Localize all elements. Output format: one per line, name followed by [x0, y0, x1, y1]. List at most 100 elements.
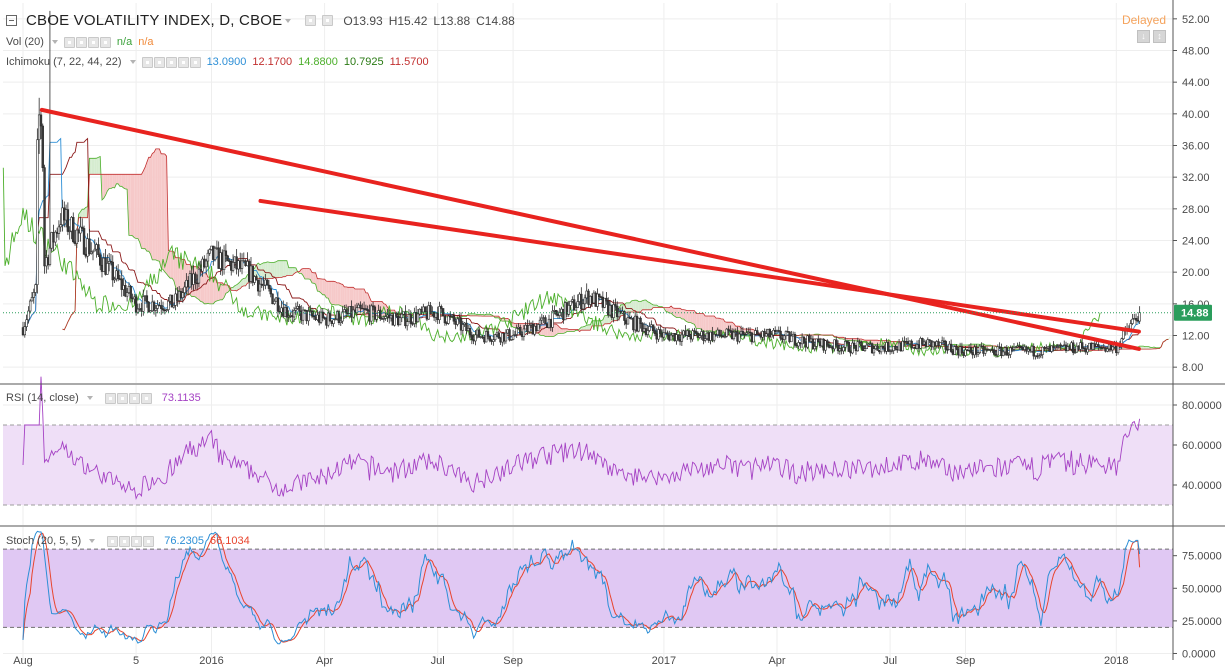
symbol-title[interactable]: CBOE VOLATILITY INDEX, D, CBOE	[26, 12, 282, 29]
candle-body	[752, 333, 755, 343]
ichimoku-cloud-segment	[541, 324, 544, 336]
vol-menu-chevron-icon[interactable]	[51, 40, 58, 44]
rsi-label[interactable]: RSI (14, close)	[6, 392, 79, 404]
ichimoku-cloud-segment	[1168, 336, 1171, 340]
ichimoku-cloud-segment	[338, 282, 341, 306]
close-icon[interactable]	[189, 56, 201, 68]
pane-settings-icon[interactable]: ↕	[1153, 30, 1166, 43]
candle-body	[400, 313, 403, 319]
ichimoku-cloud-segment	[161, 153, 164, 270]
add-icon[interactable]	[128, 392, 140, 404]
ichimoku-menu-chevron-icon[interactable]	[129, 60, 136, 64]
ichimoku-cloud-segment	[701, 313, 704, 331]
gear-icon[interactable]	[116, 392, 128, 404]
add-icon[interactable]	[131, 535, 143, 547]
candle-body	[106, 263, 109, 275]
ichimoku-label[interactable]: Ichimoku (7, 22, 44, 22)	[6, 56, 122, 68]
ichimoku-cloud-segment	[119, 174, 122, 187]
ichimoku-cloud-segment	[317, 278, 320, 292]
gear-icon[interactable]	[75, 36, 87, 48]
candle-body	[43, 167, 46, 267]
ichimoku-cloud-segment	[1141, 346, 1144, 350]
stoch-label[interactable]: Stoch (20, 5, 5)	[6, 535, 81, 547]
chart-canvas[interactable]: Aug52016AprJulSep2017AprJulSep2018552.00…	[0, 0, 1225, 668]
ichimoku-tenkan-line	[22, 137, 1141, 353]
ohlc-open: O13.93	[343, 13, 383, 28]
gear-icon[interactable]	[305, 15, 317, 26]
source-icon[interactable]	[165, 56, 177, 68]
ichimoku-tenkan-value: 13.0900	[206, 56, 247, 68]
add-icon[interactable]	[177, 56, 189, 68]
close-icon[interactable]	[140, 392, 152, 404]
ichimoku-cloud-segment	[626, 302, 628, 313]
x-tick-label: Sep	[503, 655, 523, 667]
eye-icon[interactable]	[107, 535, 119, 547]
candle-body	[269, 288, 272, 295]
ichimoku-cloud-segment	[272, 262, 275, 279]
candle	[443, 315, 447, 326]
eye-icon[interactable]	[104, 392, 116, 404]
candle-body	[461, 324, 465, 331]
candle	[222, 245, 226, 275]
ichimoku-cloud-segment	[159, 148, 162, 269]
candle-body	[224, 250, 228, 257]
candle-body	[41, 125, 44, 168]
ichimoku-kijun-value: 12.1700	[252, 56, 293, 68]
candle-body	[28, 300, 32, 312]
candle-body	[1032, 345, 1035, 357]
candle-body	[847, 341, 851, 352]
symbol-menu-chevron-icon[interactable]	[285, 18, 292, 23]
candle-body	[48, 247, 52, 265]
candle-body	[98, 254, 102, 266]
candle	[251, 265, 254, 287]
candle-body	[872, 348, 876, 354]
ichimoku-cloud-segment	[276, 260, 278, 278]
ichimoku-cloud-segment	[168, 250, 171, 279]
y-tick-label: 48.00	[1182, 46, 1210, 58]
collapse-pane-icon[interactable]	[6, 15, 17, 26]
y-tick-label: 75.0000	[1182, 551, 1222, 563]
vol-label[interactable]: Vol (20)	[6, 36, 44, 48]
stoch-menu-chevron-icon[interactable]	[89, 539, 96, 543]
candle-body	[204, 260, 208, 268]
candle-body	[359, 304, 362, 309]
candle-body	[894, 346, 897, 350]
close-icon[interactable]	[99, 36, 111, 48]
candle-body	[452, 314, 456, 322]
vol-legend: Vol (20) n/a n/a	[6, 36, 154, 48]
candle-body	[34, 284, 37, 293]
ichimoku-cloud-segment	[93, 158, 95, 175]
ichimoku-cloud-segment	[642, 300, 645, 310]
eye-icon[interactable]	[63, 36, 75, 48]
ichimoku-cloud-segment	[103, 174, 106, 199]
candle-body	[1001, 351, 1005, 356]
gear-icon[interactable]	[153, 56, 165, 68]
candle-body	[59, 224, 62, 228]
x-tick-label: 2017	[652, 655, 676, 667]
candle-body	[852, 342, 856, 346]
gear-icon[interactable]	[119, 535, 131, 547]
rsi-menu-chevron-icon[interactable]	[86, 396, 93, 400]
ichimoku-cloud-segment	[145, 162, 147, 252]
move-down-icon[interactable]: ↓	[1137, 30, 1150, 43]
candle-body	[409, 314, 412, 324]
ichimoku-cloud-segment	[150, 153, 153, 260]
candle-body	[355, 307, 359, 313]
candle-body	[817, 338, 820, 343]
ichimoku-cloud-segment	[148, 157, 151, 255]
candle-body	[1097, 344, 1100, 347]
eye-icon[interactable]	[322, 15, 334, 26]
add-icon[interactable]	[87, 36, 99, 48]
ichimoku-cloud-segment	[134, 174, 137, 239]
candle-body	[576, 301, 579, 308]
candle-body	[537, 324, 540, 332]
eye-icon[interactable]	[141, 56, 153, 68]
candle	[160, 299, 163, 315]
candle-body	[910, 340, 913, 348]
close-icon[interactable]	[143, 535, 155, 547]
candle	[66, 202, 70, 236]
stoch-k-value: 76.2305	[164, 535, 204, 547]
candle	[926, 337, 930, 347]
y-tick-label: 40.0000	[1182, 480, 1222, 492]
candle	[544, 315, 547, 325]
